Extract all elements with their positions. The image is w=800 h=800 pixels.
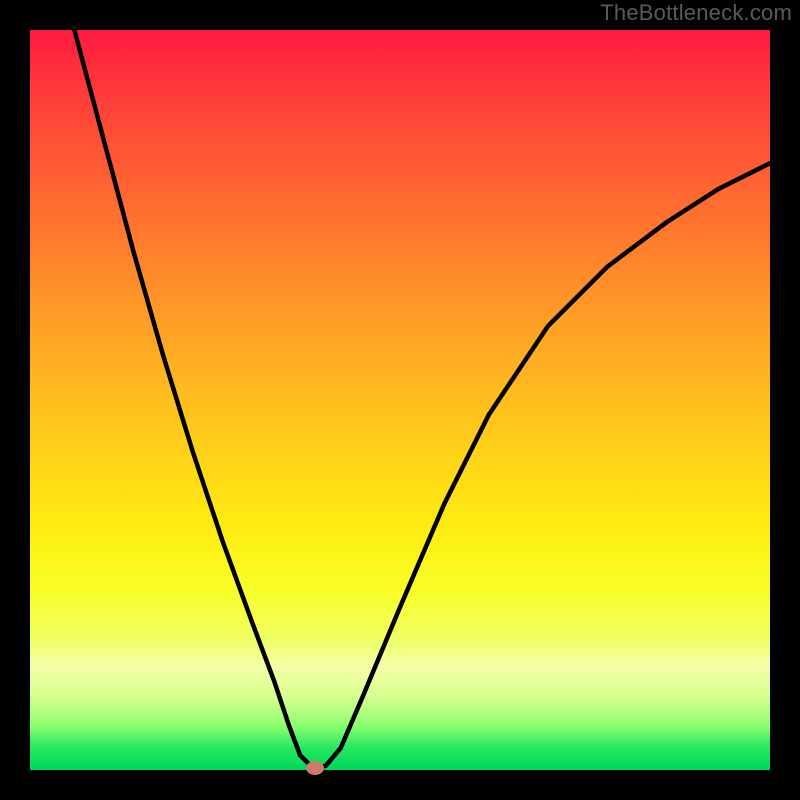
plot-area bbox=[30, 30, 770, 770]
curve-svg bbox=[30, 30, 770, 770]
bottleneck-curve bbox=[74, 30, 770, 768]
watermark: TheBottleneck.com bbox=[600, 0, 792, 26]
optimal-point-marker bbox=[306, 761, 324, 775]
chart-container: TheBottleneck.com bbox=[0, 0, 800, 800]
